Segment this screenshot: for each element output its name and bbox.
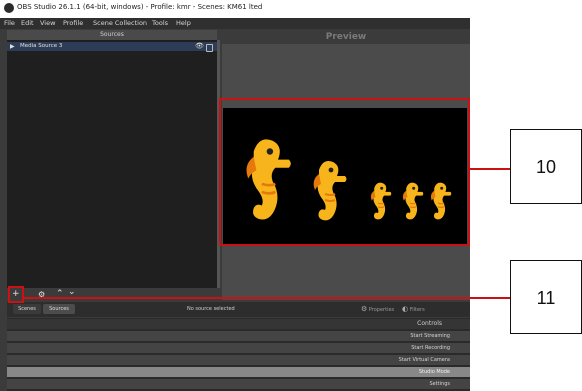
- callout-10-box: 10: [510, 129, 582, 204]
- eye-icon[interactable]: 👁: [195, 42, 204, 50]
- filters-label: Filters: [409, 307, 425, 313]
- properties-label: Properties: [368, 307, 395, 313]
- obs-logo-icon: [4, 3, 14, 13]
- play-icon: ▶: [10, 43, 15, 50]
- start-recording-button[interactable]: Start Recording: [7, 343, 470, 353]
- sources-dock-title: Sources: [100, 31, 124, 38]
- menu-tools[interactable]: Tools: [152, 19, 168, 27]
- callout-11-line: [24, 297, 510, 299]
- menu-scene-collection[interactable]: Scene Collection: [93, 19, 147, 27]
- dock-tabs-row: Scenes Sources No source selected ⚙ Prop…: [7, 302, 470, 317]
- filters-button[interactable]: ◐ Filters: [402, 304, 438, 314]
- sources-dock-header: Sources: [7, 30, 217, 40]
- settings-button[interactable]: Settings: [7, 379, 470, 389]
- sources-toolbar: + ⚙ ⌃ ⌄: [7, 287, 220, 301]
- menu-profile[interactable]: Profile: [63, 19, 83, 27]
- window-title: OBS Studio 26.1.1 (64-bit, windows) - Pr…: [17, 3, 263, 11]
- sources-list[interactable]: ▶ Media Source 3 👁: [7, 40, 217, 288]
- filter-icon: ◐: [402, 305, 409, 313]
- window-title-bar: OBS Studio 26.1.1 (64-bit, windows) - Pr…: [0, 0, 582, 18]
- lock-icon[interactable]: [206, 44, 213, 52]
- add-button-highlight-box: [8, 286, 24, 303]
- move-down-button[interactable]: ⌄: [68, 287, 76, 297]
- callout-11-box: 11: [510, 260, 582, 334]
- start-streaming-button[interactable]: Start Streaming: [7, 331, 470, 341]
- menu-edit[interactable]: Edit: [21, 19, 34, 27]
- callout-10-line: [470, 168, 510, 170]
- gear-icon: ⚙: [361, 305, 368, 313]
- source-item-media-source-3[interactable]: ▶ Media Source 3 👁: [7, 42, 217, 52]
- menu-help[interactable]: Help: [176, 19, 191, 27]
- menu-file[interactable]: File: [4, 19, 15, 27]
- start-virtual-camera-button[interactable]: Start Virtual Camera: [7, 355, 470, 365]
- controls-dock: Controls Start Streaming Start Recording…: [7, 318, 470, 391]
- preview-title: Preview: [325, 32, 367, 42]
- tab-sources[interactable]: Sources: [43, 304, 75, 314]
- menu-view[interactable]: View: [40, 19, 55, 27]
- properties-button[interactable]: ⚙ Properties: [361, 304, 401, 314]
- studio-mode-button[interactable]: Studio Mode: [7, 367, 470, 377]
- selection-status: No source selected: [187, 306, 235, 312]
- menu-bar: File Edit View Profile Scene Collection …: [0, 18, 470, 29]
- controls-dock-title: Controls: [7, 319, 470, 329]
- preview-highlight-box: [219, 98, 470, 246]
- source-item-label: Media Source 3: [20, 43, 63, 49]
- tab-scenes[interactable]: Scenes: [13, 304, 41, 314]
